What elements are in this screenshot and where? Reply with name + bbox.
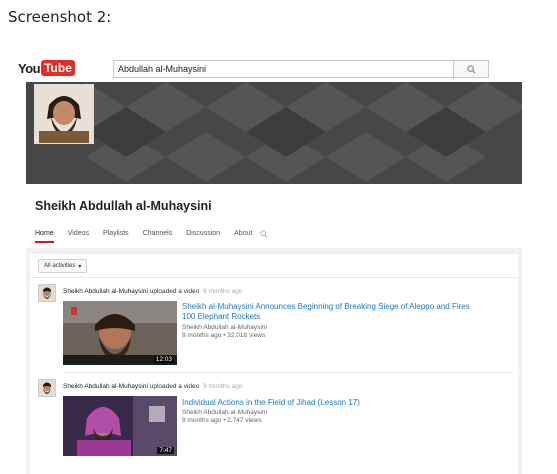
search-button[interactable] [454, 60, 489, 78]
channel-tabs: Home Videos Playlists Channels Discussio… [35, 230, 282, 243]
filter-label: All activities [44, 263, 76, 269]
channel-content: Sheikh Abdullah al-Muhaysini Home Videos… [26, 184, 522, 474]
tab-discussion[interactable]: Discussion [186, 230, 220, 243]
uploader-name[interactable]: Sheikh Abdullah al-Muhaysini [63, 288, 148, 295]
feed-item-separator [63, 372, 513, 373]
uploader-name[interactable]: Sheikh Abdullah al-Muhaysini [63, 383, 148, 390]
activity-action: uploaded a video [149, 383, 200, 390]
logo-tube-text: Tube [41, 60, 75, 76]
tab-channels[interactable]: Channels [143, 230, 173, 243]
video-title-link[interactable]: Individual Actions in the Field of Jihad… [182, 398, 482, 408]
activity-line: Sheikh Abdullah al-Muhaysini uploaded a … [63, 288, 242, 295]
channel-search-button[interactable] [260, 230, 268, 243]
search-icon [260, 230, 268, 238]
video-stats: 9 months ago • 32,018 views [182, 332, 266, 339]
video-channel-name[interactable]: Sheikh Abdullah al-Muhaysini [182, 324, 267, 332]
channel-banner [26, 82, 522, 184]
channel-header: Sheikh Abdullah al-Muhaysini Home Videos… [26, 184, 522, 248]
video-thumbnail[interactable]: 7:47 [63, 396, 177, 456]
tab-playlists[interactable]: Playlists [103, 230, 129, 243]
banner-pattern [26, 82, 522, 184]
channel-title: Sheikh Abdullah al-Muhaysini [35, 199, 212, 213]
video-title-link[interactable]: Sheikh al-Muhaysini Announces Beginning … [182, 302, 482, 322]
uploader-avatar-image [39, 285, 55, 301]
screenshot-caption: Screenshot 2: [8, 8, 112, 26]
search-bar [113, 60, 489, 78]
search-icon [467, 64, 476, 74]
video-duration: 7:47 [157, 447, 174, 454]
tab-about[interactable]: About [234, 230, 252, 243]
activity-line: Sheikh Abdullah al-Muhaysini uploaded a … [63, 383, 242, 390]
caret-down-icon: ▾ [78, 263, 82, 270]
activity-filter-dropdown[interactable]: All activities ▾ [38, 259, 88, 273]
activity-feed: All activities ▾ Sheikh Abdullah al-Muha… [30, 254, 518, 474]
video-thumbnail[interactable]: 12:03 [63, 301, 177, 365]
channel-avatar-image [35, 85, 93, 143]
tab-videos[interactable]: Videos [68, 230, 89, 243]
uploader-avatar[interactable] [38, 379, 56, 397]
feed-divider [30, 277, 518, 278]
video-duration: 12:03 [153, 356, 174, 363]
video-channel-name[interactable]: Sheikh Abdullah al-Muhaysini [182, 409, 267, 417]
youtube-logo[interactable]: You Tube [18, 60, 75, 76]
uploader-avatar[interactable] [38, 284, 56, 302]
tab-home[interactable]: Home [35, 230, 54, 243]
activity-action: uploaded a video [149, 288, 200, 295]
logo-you-text: You [18, 60, 41, 76]
channel-avatar[interactable] [34, 84, 94, 144]
video-stats: 9 months ago • 2,747 views [182, 417, 262, 424]
activity-time: 9 months ago [203, 383, 243, 390]
activity-time: 9 months ago [203, 288, 243, 295]
uploader-avatar-image [39, 380, 55, 396]
search-input[interactable] [113, 60, 455, 78]
top-bar: You Tube [0, 58, 557, 82]
